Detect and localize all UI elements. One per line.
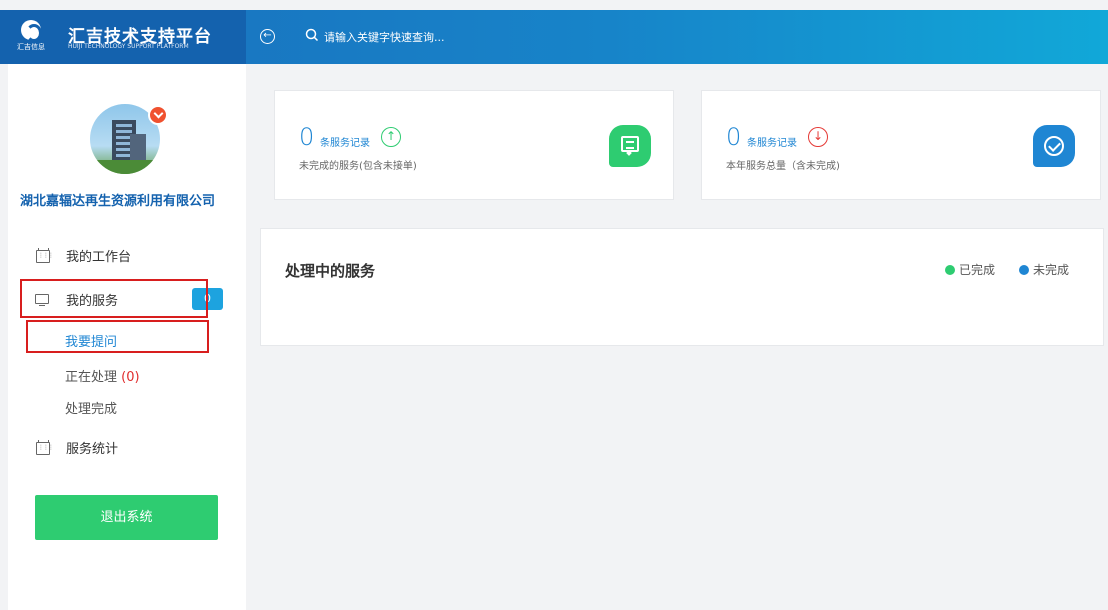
legend-completed-label: 已完成 [959,263,996,277]
processing-count: (0) [121,370,140,385]
back-arrow-icon[interactable]: ← [260,29,275,44]
highlight-box-ask-question [26,320,209,353]
arrow-up-icon: ↑ [381,127,401,147]
panel-title: 处理中的服务 [285,262,376,280]
stat-card-unfinished: 0 条服务记录 ↑ 未完成的服务(包含未接单) [274,90,674,200]
sidebar-item-stats[interactable]: 服务统计 [66,438,118,457]
search-icon [305,28,319,42]
legend-completed: 已完成 [945,261,995,278]
unfinished-count: 0 [299,123,315,151]
yearly-description: 本年服务总量（含未完成) [726,161,840,172]
logo-icon: 汇吉信息 [14,20,48,56]
check-icon [1033,125,1075,167]
yearly-unit: 条服务记录 [747,138,797,149]
unfinished-description: 未完成的服务(包含未接单) [299,161,417,172]
sidebar-item-workbench[interactable]: 我的工作台 [66,246,131,265]
unfinished-unit: 条服务记录 [320,138,370,149]
logo-text: 汇吉信息 [17,43,45,51]
arrow-down-icon: ↓ [808,127,828,147]
calendar-icon [36,440,53,455]
sidebar-item-completed[interactable]: 处理完成 [65,398,117,417]
legend-pending-label: 未完成 [1033,263,1070,277]
processing-label: 正在处理 [65,370,118,385]
sidebar-item-processing[interactable]: 正在处理 (0) [65,366,140,385]
company-name: 湖北嘉辐达再生资源利用有限公司 [20,194,216,209]
legend-pending: 未完成 [1019,261,1069,278]
highlight-box-my-services [20,279,208,318]
chevron-down-icon[interactable] [148,105,168,125]
top-bar: 汇吉信息 汇吉技术支持平台 HUIJI TECHNOLOGY SUPPORT P… [0,10,1108,64]
processing-services-panel: 处理中的服务 已完成 未完成 [260,228,1104,346]
sidebar: 湖北嘉辐达再生资源利用有限公司 我的工作台 我的服务 0 我要提问 正在处理 (… [8,64,246,610]
search-input[interactable] [324,27,624,47]
logout-button[interactable]: 退出系统 [35,495,218,540]
calendar-icon [36,248,53,263]
brand: 汇吉信息 汇吉技术支持平台 HUIJI TECHNOLOGY SUPPORT P… [0,10,246,64]
green-dot-icon [945,265,955,275]
app-subtitle: HUIJI TECHNOLOGY SUPPORT PLATFORM [68,43,189,50]
blue-dot-icon [1019,265,1029,275]
yearly-count: 0 [726,123,742,151]
chat-icon [609,125,651,167]
stat-card-yearly: 0 条服务记录 ↓ 本年服务总量（含未完成) [701,90,1101,200]
